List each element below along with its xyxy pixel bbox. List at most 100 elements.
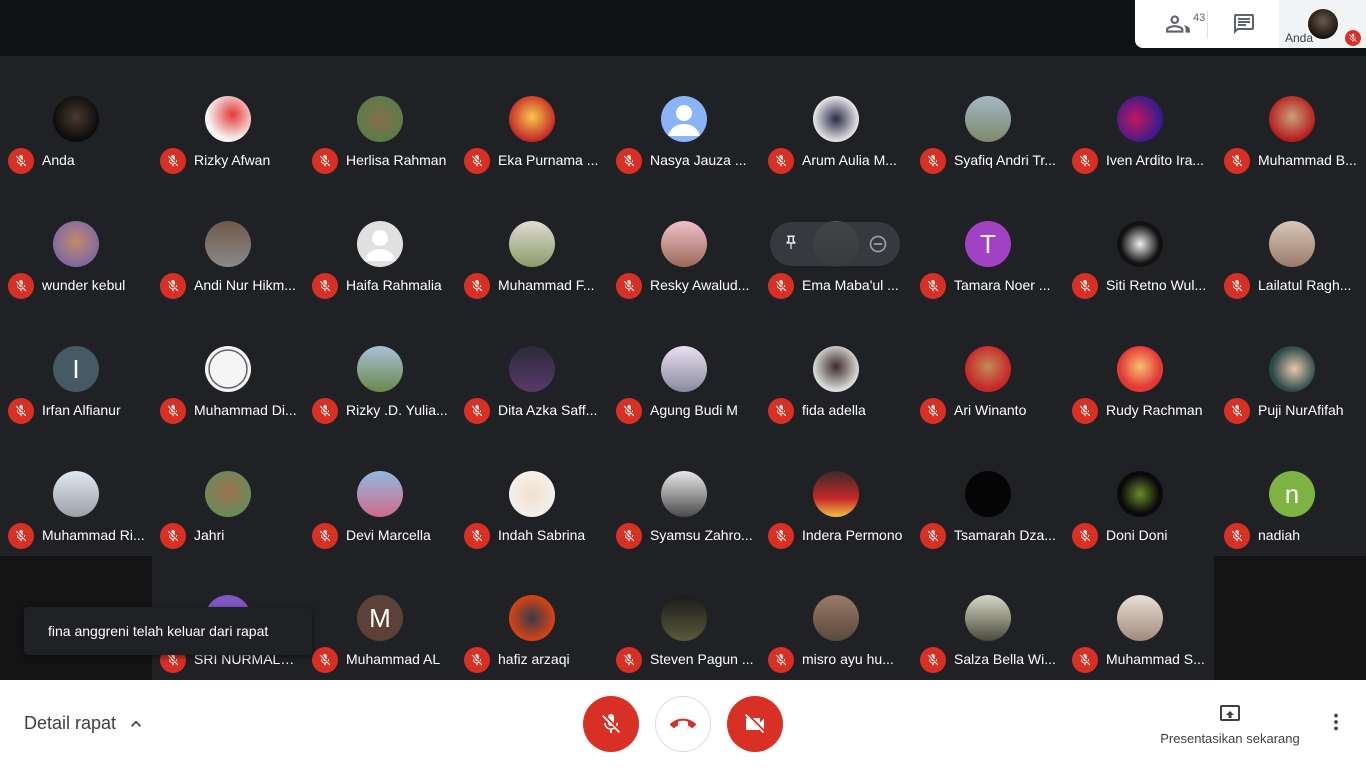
participant-tile[interactable]: Rizky Afwan — [152, 56, 304, 181]
meeting-details-button[interactable]: Detail rapat — [24, 713, 146, 734]
participant-name: Siti Retno Wul... — [1106, 277, 1207, 293]
participant-tile[interactable]: Syamsu Zahro... — [608, 431, 760, 556]
participant-avatar — [205, 471, 251, 517]
participant-name: Jahri — [194, 527, 225, 543]
participant-tile[interactable]: Puji NurAfifah — [1216, 306, 1366, 431]
chat-button[interactable] — [1221, 0, 1267, 48]
participant-tile[interactable]: Tsamarah Dza... — [912, 431, 1064, 556]
mic-off-icon — [616, 398, 642, 424]
participant-name: Devi Marcella — [346, 527, 431, 543]
participant-tile[interactable]: Nasya Jauza ... — [608, 56, 760, 181]
participant-tile[interactable]: wunder kebul — [0, 181, 152, 306]
participant-tile[interactable]: Eka Purnama ... — [456, 56, 608, 181]
participant-tile[interactable]: Indah Sabrina — [456, 431, 608, 556]
participant-tile[interactable]: Muhammad Ri... — [0, 431, 152, 556]
participant-tile[interactable]: Iven Ardito Ira... — [1064, 56, 1216, 181]
participant-tile[interactable]: Lailatul Ragh... — [1216, 181, 1366, 306]
participant-tile[interactable]: Devi Marcella — [304, 431, 456, 556]
participant-tile[interactable]: Arum Aulia M... — [760, 56, 912, 181]
participant-tile[interactable]: fida adella — [760, 306, 912, 431]
remove-icon[interactable] — [868, 234, 888, 254]
present-now-label: Presentasikan sekarang — [1160, 731, 1300, 746]
participant-tile[interactable]: Ari Winanto — [912, 306, 1064, 431]
more-vert-icon — [1334, 713, 1338, 731]
participant-tile[interactable]: Agung Budi M — [608, 306, 760, 431]
participant-tile[interactable]: Syafiq Andri Tr... — [912, 56, 1064, 181]
participant-name: Tsamarah Dza... — [954, 527, 1056, 543]
participant-name: Iven Ardito Ira... — [1106, 152, 1205, 168]
people-icon — [1166, 15, 1190, 33]
participant-tile[interactable]: Herlisa Rahman — [304, 56, 456, 181]
participant-tile[interactable]: I Irfan Alfianur — [0, 306, 152, 431]
participant-tile[interactable]: Anda — [0, 56, 152, 181]
participant-tile[interactable]: Rizky .D. Yulia... — [304, 306, 456, 431]
participant-name: Anda — [42, 152, 75, 168]
participant-avatar — [813, 471, 859, 517]
top-control-card: 43 Anda — [1135, 0, 1366, 48]
participant-name: Andi Nur Hikm... — [194, 277, 296, 293]
participant-tile[interactable]: Doni Doni — [1064, 431, 1216, 556]
participant-tile[interactable]: Siti Retno Wul... — [1064, 181, 1216, 306]
participant-avatar — [813, 595, 859, 641]
participant-tile[interactable]: Indera Permono — [760, 431, 912, 556]
participant-avatar — [1269, 346, 1315, 392]
participant-tile[interactable]: Resky Awalud... — [608, 181, 760, 306]
mic-off-icon — [920, 523, 946, 549]
participant-tile[interactable]: misro ayu hu... — [760, 555, 912, 680]
participant-name: Indera Permono — [802, 527, 903, 543]
participant-avatar — [509, 96, 555, 142]
participant-tile[interactable]: Jahri — [152, 431, 304, 556]
mic-off-icon — [1224, 148, 1250, 174]
participant-tile[interactable]: Andi Nur Hikm... — [152, 181, 304, 306]
participant-tile[interactable]: Rudy Rachman — [1064, 306, 1216, 431]
mic-off-icon — [616, 647, 642, 673]
participant-tile[interactable]: Muhammad B... — [1216, 56, 1366, 181]
people-button[interactable]: 43 — [1149, 0, 1207, 48]
participant-avatar — [661, 595, 707, 641]
divider — [1207, 10, 1208, 38]
participant-tile[interactable]: hafiz arzaqi — [456, 555, 608, 680]
participant-avatar — [357, 471, 403, 517]
participant-avatar — [357, 96, 403, 142]
bottom-control-bar: Detail rapat Presentasikan sekarang — [0, 680, 1366, 768]
pin-icon[interactable] — [782, 234, 800, 252]
mic-off-icon — [768, 273, 794, 299]
participant-name: Lailatul Ragh... — [1258, 277, 1352, 293]
camera-toggle-button[interactable] — [727, 696, 783, 752]
participant-name: Rizky Afwan — [194, 152, 271, 168]
chevron-up-icon — [131, 720, 142, 727]
mic-off-icon — [1072, 398, 1098, 424]
participant-tile[interactable]: Haifa Rahmalia — [304, 181, 456, 306]
participant-tile[interactable]: Dita Azka Saff... — [456, 306, 608, 431]
mic-off-icon — [160, 273, 186, 299]
more-options-button[interactable] — [1324, 710, 1348, 734]
tile-hover-controls — [770, 222, 900, 266]
participant-name: Muhammad Ri... — [42, 527, 145, 543]
participant-avatar — [1117, 595, 1163, 641]
participant-tile[interactable]: M Muhammad AL — [304, 555, 456, 680]
participant-tile[interactable]: n nadiah — [1216, 431, 1366, 556]
participant-avatar — [1117, 346, 1163, 392]
leave-call-button[interactable] — [655, 696, 711, 752]
participant-name: Rizky .D. Yulia... — [346, 402, 448, 418]
participant-name: wunder kebul — [42, 277, 126, 293]
participant-tile[interactable]: T Tamara Noer ... — [912, 181, 1064, 306]
notification-toast: fina anggreni telah keluar dari rapat — [24, 607, 312, 655]
participant-name: Eka Purnama ... — [498, 152, 599, 168]
mic-off-icon — [464, 148, 490, 174]
participant-name: Herlisa Rahman — [346, 152, 447, 168]
participant-tile[interactable]: Muhammad Di... — [152, 306, 304, 431]
mic-off-icon — [1224, 523, 1250, 549]
mic-toggle-button[interactable] — [583, 696, 639, 752]
participant-avatar — [53, 471, 99, 517]
mic-off-icon — [920, 398, 946, 424]
participant-avatar — [965, 96, 1011, 142]
participant-avatar — [357, 346, 403, 392]
participant-tile[interactable]: Salza Bella Wi... — [912, 555, 1064, 680]
participant-tile[interactable]: Muhammad F... — [456, 181, 608, 306]
participant-name: Syamsu Zahro... — [650, 527, 753, 543]
participant-tile[interactable]: Muhammad S... — [1064, 555, 1216, 680]
participant-name: Indah Sabrina — [498, 527, 586, 543]
participant-tile[interactable]: Steven Pagun ... — [608, 555, 760, 680]
present-now-button[interactable]: Presentasikan sekarang — [1150, 702, 1310, 746]
